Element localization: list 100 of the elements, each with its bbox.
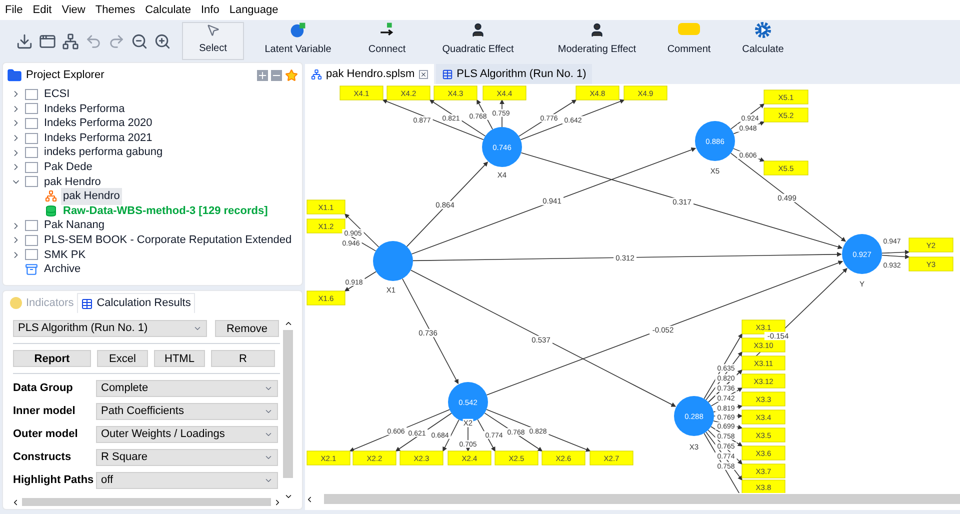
tool-button[interactable]: Select — [182, 22, 244, 60]
editor-tab[interactable]: PLS Algorithm (Run No. 1) — [436, 64, 592, 84]
indicator-box[interactable] — [742, 374, 786, 388]
export-button[interactable]: HTML — [154, 350, 205, 367]
indicator-box[interactable] — [434, 86, 478, 100]
scroll-left-icon[interactable] — [11, 498, 20, 506]
indicator-box[interactable] — [494, 450, 538, 466]
construct-node[interactable] — [373, 241, 413, 281]
tree-item[interactable]: PLS-SEM BOOK - Corporate Reputation Extended — [42, 232, 294, 248]
indicator-box[interactable] — [742, 392, 786, 406]
construct-node[interactable] — [482, 127, 522, 167]
indicator-box[interactable] — [764, 90, 808, 104]
indicator-box[interactable] — [542, 450, 586, 466]
dropdown[interactable]: PLS Algorithm (Run No. 1) — [13, 320, 207, 337]
menu-item[interactable]: Info — [200, 2, 220, 18]
indicator-box[interactable] — [624, 86, 668, 100]
indicator-box[interactable] — [306, 200, 346, 214]
tree-item[interactable]: Indeks Performa 2020 — [42, 115, 154, 132]
indicator-box[interactable] — [742, 464, 786, 478]
zoom-in-icon[interactable] — [154, 32, 171, 50]
dropdown[interactable]: Outer Weights / Loadings — [96, 426, 278, 443]
scroll-up-icon[interactable] — [284, 319, 292, 328]
indicator-box[interactable] — [340, 86, 384, 100]
menu-item[interactable]: File — [5, 2, 23, 18]
indicator-box[interactable] — [764, 160, 808, 176]
archive-icon — [25, 262, 38, 276]
dropdown[interactable]: Path Coefficients — [96, 403, 278, 420]
tool-button[interactable]: Comment — [660, 22, 718, 60]
tree-item[interactable]: Archive — [42, 261, 83, 278]
indicator-box[interactable] — [306, 290, 346, 306]
zoom-out-icon[interactable] — [131, 32, 148, 50]
indicator-box[interactable] — [482, 86, 526, 100]
star-icon[interactable] — [285, 68, 298, 82]
indicator-box[interactable] — [448, 450, 492, 466]
indicator-box[interactable] — [400, 450, 444, 466]
tree-item[interactable]: pak Hendro — [42, 174, 103, 190]
construct-node[interactable] — [842, 234, 882, 274]
comment-icon — [677, 22, 701, 38]
indicator-box[interactable] — [742, 338, 786, 352]
tool-button[interactable]: Latent Variable — [244, 22, 352, 60]
download-icon[interactable] — [16, 32, 33, 50]
construct-node[interactable] — [695, 121, 735, 161]
indicator-box[interactable] — [386, 86, 430, 100]
editor-tab[interactable]: pak Hendro.splsm — [305, 64, 434, 84]
tree-item[interactable]: ECSI — [42, 86, 72, 103]
table-icon — [442, 68, 453, 80]
menu-item[interactable]: Language — [229, 2, 278, 18]
tree-item[interactable]: pak Hendro — [61, 188, 122, 205]
project-icon — [25, 176, 38, 188]
menu-item[interactable]: Themes — [95, 2, 136, 18]
tree-item[interactable]: Indeks Performa — [42, 100, 127, 118]
dropdown[interactable]: R Square — [96, 449, 278, 466]
scrollbar-thumb[interactable] — [324, 494, 960, 504]
export-button[interactable]: Report — [13, 350, 91, 367]
tool-button[interactable]: Connect — [352, 22, 422, 60]
construct-node[interactable] — [674, 396, 714, 436]
tree-item[interactable]: indeks performa gabung — [42, 144, 165, 161]
scroll-down-icon[interactable] — [284, 492, 292, 501]
project-icon — [25, 162, 38, 173]
panel-tab[interactable]: Calculation Results — [76, 293, 195, 313]
tool-button[interactable]: Calculate — [718, 22, 808, 60]
menu-item[interactable]: Edit — [32, 2, 52, 18]
indicator-box[interactable] — [590, 450, 634, 466]
indicator-box[interactable] — [306, 218, 346, 234]
indicator-box[interactable] — [742, 320, 786, 334]
tree-item[interactable]: Indeks Performa 2021 — [42, 130, 154, 146]
scrollbar-thumb[interactable] — [22, 498, 271, 506]
setting-label: Highlight Paths — [13, 473, 95, 488]
dropdown[interactable]: off — [96, 472, 278, 489]
indicator-box[interactable] — [576, 86, 620, 100]
close-icon[interactable] — [418, 70, 428, 78]
construct-node[interactable] — [448, 382, 488, 422]
scrollbar-thumb[interactable] — [283, 330, 293, 478]
export-button[interactable]: Excel — [97, 350, 148, 367]
dropdown[interactable]: Complete — [96, 380, 278, 397]
export-button[interactable]: R — [211, 350, 275, 367]
indicator-box[interactable] — [742, 356, 786, 370]
tree-item[interactable]: Pak Dede — [42, 159, 94, 176]
gear-play-icon — [753, 22, 773, 38]
tree-item[interactable]: SMK PK — [42, 246, 88, 264]
menu-item[interactable]: View — [62, 2, 86, 18]
indicator-box[interactable] — [742, 410, 786, 424]
scroll-right-icon[interactable] — [273, 498, 282, 506]
menu-item[interactable]: Calculate — [145, 2, 191, 18]
expand-all-icon[interactable] — [257, 70, 268, 80]
window-icon[interactable] — [39, 32, 56, 50]
network-icon[interactable] — [62, 32, 79, 50]
indicator-box[interactable] — [306, 450, 350, 466]
indicator-box[interactable] — [764, 108, 808, 122]
indicator-box[interactable] — [742, 446, 786, 460]
collapse-all-icon[interactable] — [271, 70, 282, 80]
tree-item[interactable]: Pak Nanang — [42, 217, 107, 234]
indicator-box[interactable] — [742, 428, 786, 442]
project-icon — [25, 88, 38, 100]
remove-button[interactable]: Remove — [215, 320, 279, 337]
tool-button[interactable]: Quadratic Effect — [422, 22, 534, 60]
project-icon — [25, 147, 38, 158]
tool-button[interactable]: Moderating Effect — [534, 22, 660, 60]
scroll-left-icon[interactable] — [305, 494, 314, 504]
indicator-box[interactable] — [352, 450, 396, 466]
